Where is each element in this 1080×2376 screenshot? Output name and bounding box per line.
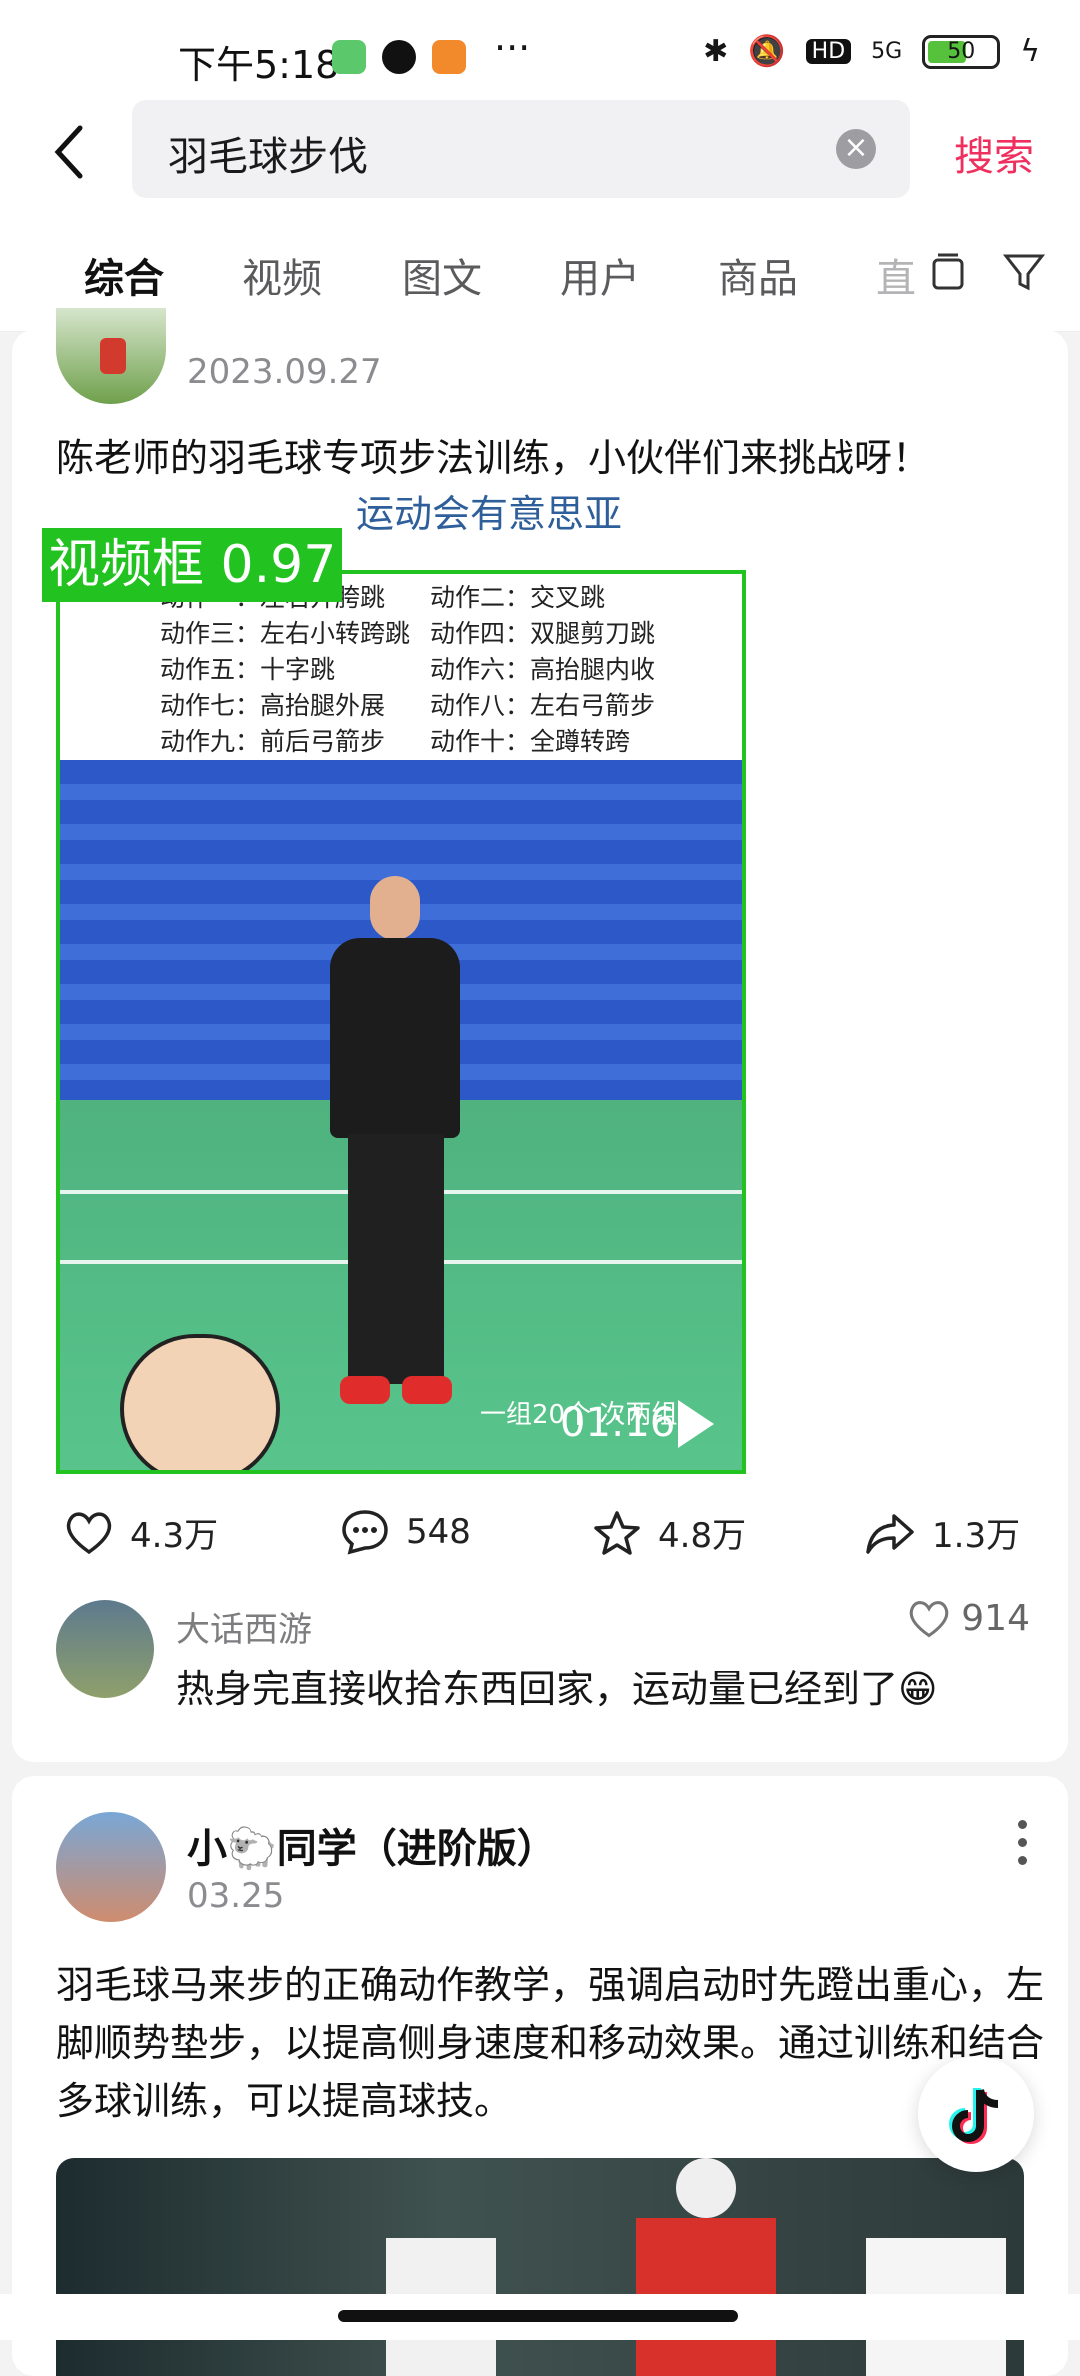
- layout-switch-icon[interactable]: [928, 250, 968, 296]
- comment-text: 热身完直接收拾东西回家，运动量已经到了😁: [176, 1667, 938, 1711]
- heart-icon: [909, 1600, 949, 1637]
- back-button[interactable]: [48, 120, 108, 190]
- feed: 2023.09.27 陈老师的羽毛球专项步法训练，小伙伴们来挑战呀！ 运动会有意…: [12, 308, 1068, 2376]
- cartoon-face: [120, 1334, 280, 1470]
- detection-label: 视频框 0.97: [42, 528, 343, 602]
- video-duration: 01:16: [560, 1400, 676, 1446]
- status-right: ✱ 🔕 HD 5G 50 ϟ: [703, 34, 1040, 69]
- post-image[interactable]: [56, 2158, 1024, 2376]
- douyin-float-button[interactable]: [918, 2056, 1034, 2172]
- post-card[interactable]: 小🐑同学（进阶版） 03.25 羽毛球马来步的正确动作教学，强调启动时先蹬出重心…: [12, 1776, 1068, 2376]
- comment-avatar[interactable]: [56, 1600, 154, 1698]
- post-text-body: 陈老师的羽毛球专项步法训练，小伙伴们来挑战呀！: [56, 436, 931, 480]
- post-card[interactable]: 2023.09.27 陈老师的羽毛球专项步法训练，小伙伴们来挑战呀！ 运动会有意…: [12, 308, 1068, 1762]
- avatar[interactable]: [56, 308, 166, 404]
- bluetooth-icon: ✱: [703, 34, 729, 69]
- heart-icon: [66, 1511, 112, 1554]
- 58-icon: [432, 40, 466, 74]
- tab-products[interactable]: 商品: [718, 246, 798, 304]
- navigation-bar: [0, 2294, 1080, 2340]
- back-arrow-icon: [54, 125, 83, 179]
- post-text: 陈老师的羽毛球专项步法训练，小伙伴们来挑战呀！ 运动会有意思亚: [56, 430, 1036, 542]
- post-username[interactable]: 小🐑同学（进阶版）: [187, 1816, 557, 1874]
- action-item: 动作七：高抬腿外展: [160, 691, 386, 720]
- tab-live[interactable]: 直: [876, 246, 916, 304]
- star-icon: [594, 1510, 640, 1555]
- post-date: 2023.09.27: [187, 352, 382, 392]
- comment-like-button[interactable]: 914: [907, 1598, 1030, 1639]
- action-item: 动作二：交叉跳: [430, 583, 606, 612]
- like-count: 4.3万: [130, 1516, 219, 1556]
- qq-icon: [382, 40, 416, 74]
- more-options-icon[interactable]: [1018, 1820, 1028, 1874]
- favorite-count: 4.8万: [658, 1516, 747, 1556]
- comment-like-count: 914: [961, 1598, 1030, 1639]
- search-header: 羽毛球步伐 × 搜索: [0, 100, 1080, 210]
- comment-username[interactable]: 大话西游: [176, 1602, 312, 1651]
- mute-bell-icon: 🔕: [748, 34, 786, 69]
- post-date: 03.25: [187, 1876, 285, 1916]
- status-time: 下午5:18: [178, 43, 340, 87]
- topic-link[interactable]: 运动会有意思亚: [356, 492, 622, 536]
- favorite-button[interactable]: 4.8万: [592, 1508, 746, 1557]
- action-item: 动作五：十字跳: [160, 655, 336, 684]
- play-icon[interactable]: [678, 1400, 714, 1448]
- action-item: 动作九：前后弓箭步: [160, 727, 386, 756]
- home-indicator[interactable]: [338, 2310, 738, 2322]
- comment-icon: [342, 1510, 388, 1555]
- search-button[interactable]: 搜索: [954, 124, 1034, 182]
- action-item: 动作十：全蹲转跨: [430, 727, 631, 756]
- coach-figure: [330, 876, 460, 1406]
- search-input[interactable]: 羽毛球步伐 ×: [132, 100, 910, 198]
- share-button[interactable]: 1.3万: [864, 1508, 1020, 1557]
- post-actions: 4.3万 548 4.8万 1.3万: [12, 1498, 1068, 1578]
- tab-users[interactable]: 用户: [560, 246, 640, 304]
- clear-search-icon[interactable]: ×: [836, 129, 876, 169]
- action-item: 动作六：高抬腿内收: [430, 655, 656, 684]
- share-count: 1.3万: [932, 1516, 1021, 1556]
- video-thumbnail[interactable]: 动作一：左右开胯跳 动作二：交叉跳 动作三：左右小转跨跳 动作四：双腿剪刀跳 动…: [56, 570, 746, 1474]
- status-bar: 下午5:18 ··· ✱ 🔕 HD 5G 50 ϟ: [0, 0, 1080, 100]
- avatar[interactable]: [56, 1812, 166, 1922]
- action-item: 动作三：左右小转跨跳: [160, 619, 411, 648]
- filter-icon[interactable]: [1002, 250, 1046, 294]
- more-dots-icon: ···: [494, 26, 531, 70]
- tab-video[interactable]: 视频: [242, 246, 322, 304]
- like-button[interactable]: 4.3万: [64, 1508, 218, 1557]
- action-item: 动作四：双腿剪刀跳: [430, 619, 656, 648]
- charging-icon: ϟ: [1020, 34, 1040, 69]
- share-icon: [866, 1513, 914, 1554]
- comment-button[interactable]: 548: [340, 1508, 471, 1556]
- tab-all[interactable]: 综合: [84, 246, 164, 304]
- signal-icon: 5G: [871, 39, 903, 64]
- battery-icon: 50: [922, 34, 1001, 69]
- video-action-list: 动作一：左右开胯跳 动作二：交叉跳 动作三：左右小转跨跳 动作四：双腿剪刀跳 动…: [60, 574, 742, 764]
- hd-icon: HD: [805, 39, 852, 64]
- douyin-logo-icon: [949, 2088, 999, 2144]
- post-text: 羽毛球马来步的正确动作教学，强调启动时先蹬出重心，左脚顺势垫步，以提高侧身速度和…: [56, 1963, 1045, 2123]
- comment-count: 548: [406, 1512, 471, 1552]
- tab-image-text[interactable]: 图文: [402, 246, 482, 304]
- search-query: 羽毛球步伐: [168, 134, 368, 180]
- wechat-like-icon: [332, 40, 366, 74]
- action-item: 动作八：左右弓箭步: [430, 691, 656, 720]
